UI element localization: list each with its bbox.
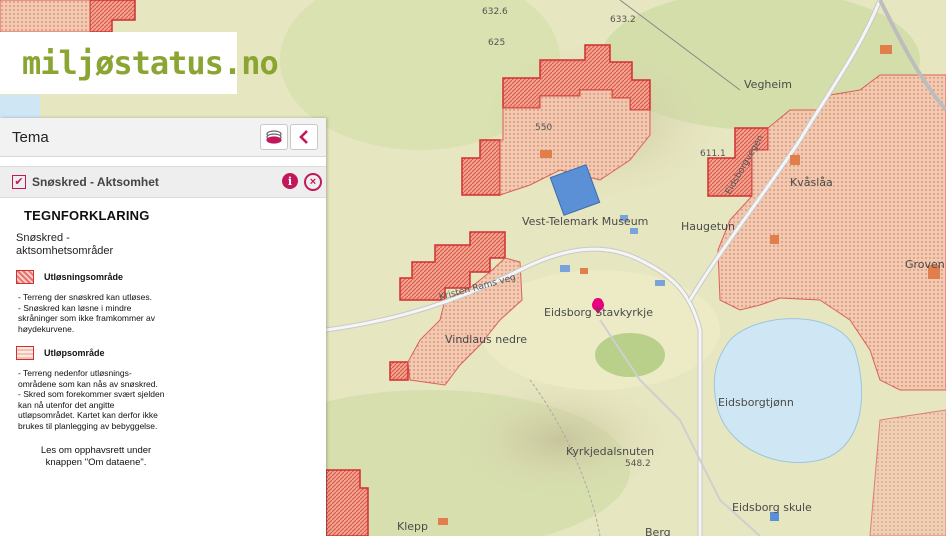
legend-label: Utløsningsområde: [44, 272, 124, 282]
layer-row[interactable]: ✔ Snøskred - Aktsomhet i ×: [0, 166, 326, 198]
legend-description: - Terreng nedenfor utløsnings-områdene s…: [18, 368, 165, 431]
layers-button[interactable]: [260, 124, 288, 150]
place-label: Eidsborg Stavkyrkje: [544, 306, 653, 319]
legend-title: TEGNFORKLARING: [24, 208, 150, 223]
elevation-label: 625: [488, 38, 505, 48]
layer-checkbox[interactable]: ✔: [12, 175, 26, 189]
green-field: [595, 333, 665, 377]
building: [580, 268, 588, 274]
place-label: Haugetun: [681, 220, 735, 233]
legend-entry: Utløsningsområde: [16, 270, 326, 284]
building: [770, 235, 779, 244]
app-logo[interactable]: miljøstatus.no: [0, 32, 279, 94]
panel-title: Tema: [12, 128, 49, 146]
place-label: Groven: [905, 258, 945, 271]
runout-area-swatch: [16, 346, 34, 360]
remove-layer-icon[interactable]: ×: [304, 173, 322, 191]
building: [438, 518, 448, 525]
legend-description: - Terreng der snøskred kan utløses. - Sn…: [18, 292, 155, 334]
runout-area[interactable]: [0, 0, 91, 33]
building: [560, 265, 570, 272]
theme-panel: Tema ✔ Snøskred - Aktsomhet i × TEGNFORK…: [0, 118, 326, 536]
legend: TEGNFORKLARING Snøskred - aktsomhetsområ…: [0, 208, 326, 469]
elevation-label: 550: [535, 123, 552, 133]
elevation-label: 548.2: [625, 459, 651, 469]
layer-name: Snøskred - Aktsomhet: [32, 175, 159, 189]
panel-header: Tema: [0, 118, 326, 157]
legend-label: Utløpsområde: [44, 348, 105, 358]
place-label: Kyrkjedalsnuten: [566, 445, 654, 458]
info-icon[interactable]: i: [282, 173, 298, 189]
hill-shade: [450, 380, 670, 500]
place-label: Vest-Telemark Museum: [522, 215, 648, 228]
legend-credit: Les om opphavsrett under knappen "Om dat…: [40, 445, 152, 468]
building: [630, 228, 638, 234]
place-label: Vindlaus nedre: [445, 333, 527, 346]
elevation-label: 633.2: [610, 15, 636, 25]
runout-area[interactable]: [869, 409, 946, 536]
layers-icon: [266, 130, 282, 144]
place-label: Klepp: [397, 520, 428, 533]
building: [540, 150, 552, 158]
legend-entry: Utløpsområde: [16, 346, 326, 360]
place-label: Eidsborgtjønn: [718, 396, 794, 409]
elevation-label: 632.6: [482, 7, 508, 17]
water-bottom-left: [0, 95, 40, 118]
place-label: Berg: [645, 526, 671, 536]
elevation-label: 611.1: [700, 149, 726, 159]
release-area-swatch: [16, 270, 34, 284]
building: [790, 155, 800, 165]
building: [655, 280, 665, 286]
place-label: Vegheim: [744, 78, 792, 91]
building: [880, 45, 892, 54]
legend-subtitle: Snøskred - aktsomhetsområder: [16, 232, 114, 257]
place-label: Eidsborg skule: [732, 501, 812, 514]
release-area[interactable]: [389, 361, 409, 381]
place-label: Kvåslåa: [790, 176, 833, 189]
chevron-left-icon: [299, 130, 308, 144]
logo-text: miljøstatus.no: [22, 44, 279, 82]
collapse-panel-button[interactable]: [290, 124, 318, 150]
